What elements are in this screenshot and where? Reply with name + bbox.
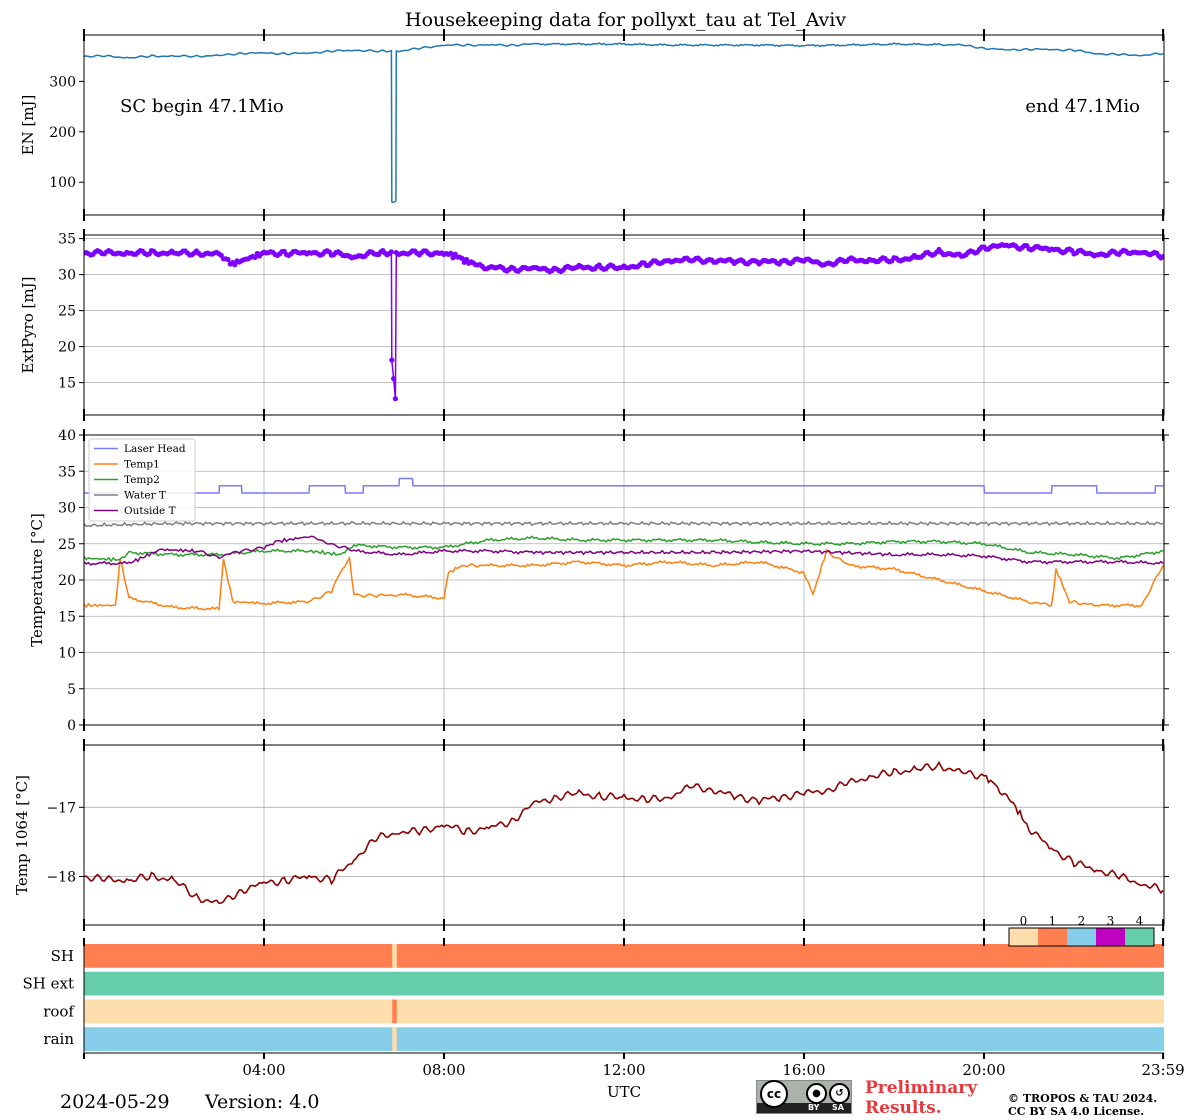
y-tick-label: 20 bbox=[58, 340, 76, 356]
x-tick-label: 23:59 bbox=[1141, 1061, 1184, 1079]
colorbar-label: 0 bbox=[1020, 914, 1028, 928]
series-line bbox=[84, 760, 1164, 905]
data-point bbox=[388, 249, 394, 255]
x-tick-label: 04:00 bbox=[242, 1061, 285, 1079]
data-point bbox=[392, 396, 398, 402]
footer-version: Version: 4.0 bbox=[205, 1091, 320, 1113]
preliminary-label: Preliminary Results. bbox=[865, 1078, 977, 1118]
y-tick-label: 25 bbox=[58, 304, 76, 320]
y-tick-label: 25 bbox=[58, 537, 76, 553]
x-tick-label: 20:00 bbox=[962, 1061, 1005, 1079]
legend-label-water-t: Water T bbox=[124, 490, 166, 502]
flag-row bbox=[84, 971, 1164, 996]
preliminary-line-2: Results. bbox=[865, 1098, 942, 1118]
x-tick-label: 08:00 bbox=[422, 1061, 465, 1079]
data-point bbox=[391, 376, 397, 382]
series-line-laser-head bbox=[84, 477, 1164, 494]
cc-icon: cc bbox=[760, 1080, 788, 1108]
sa-icon: ↺ bbox=[829, 1083, 850, 1104]
x-tick-label: 12:00 bbox=[602, 1061, 645, 1079]
series-line bbox=[84, 42, 1164, 204]
y-tick-label: 35 bbox=[58, 464, 76, 480]
flag-row bbox=[84, 999, 1164, 1024]
colorbar-cell bbox=[1096, 928, 1125, 946]
colorbar-cell bbox=[1125, 928, 1154, 946]
copyright-line-2: CC BY SA 4.0 License. bbox=[1008, 1105, 1145, 1118]
preliminary-line-1: Preliminary bbox=[865, 1078, 978, 1098]
flag-row bbox=[84, 944, 1164, 968]
y-tick-label: 5 bbox=[67, 682, 76, 698]
colorbar-cell bbox=[1067, 928, 1096, 946]
legend-label-temp2: Temp2 bbox=[124, 474, 160, 486]
y-tick-label: 10 bbox=[58, 646, 76, 662]
flag-row bbox=[84, 1027, 1164, 1051]
sa-label: SA bbox=[832, 1103, 844, 1112]
panel-frame bbox=[83, 34, 1165, 216]
y-tick-label: 40 bbox=[58, 428, 76, 444]
flag-panel bbox=[83, 938, 1165, 1059]
y-tick-label: −18 bbox=[46, 870, 76, 886]
y-tick-label: −17 bbox=[46, 800, 76, 816]
x-tick-label: 16:00 bbox=[782, 1061, 825, 1079]
annotation-begin: SC begin 47.1Mio bbox=[120, 96, 284, 117]
y-tick-label: 15 bbox=[58, 609, 76, 625]
panel-3 bbox=[79, 429, 1169, 731]
colorbar-label: 4 bbox=[1136, 914, 1144, 928]
by-label: BY bbox=[808, 1103, 820, 1112]
y-axis-label: ExtPyro [mJ] bbox=[19, 277, 37, 374]
legend-label-laser-head: Laser Head bbox=[124, 443, 186, 455]
data-point bbox=[1160, 254, 1164, 260]
data-point bbox=[448, 250, 454, 256]
flag-row-label: SH ext bbox=[23, 975, 75, 993]
flag-segment bbox=[392, 944, 397, 968]
y-tick-label: 20 bbox=[58, 573, 76, 589]
housekeeping-figure: 100200300EN [mJ]1520253035ExtPyro [mJ]05… bbox=[13, 29, 1185, 1101]
x-axis-label: UTC bbox=[607, 1083, 641, 1101]
panel-4 bbox=[79, 739, 1169, 931]
y-axis-label: Temperature [°C] bbox=[28, 513, 46, 647]
y-tick-label: 35 bbox=[58, 232, 76, 248]
panel-2 bbox=[79, 229, 1169, 421]
flag-row-label: rain bbox=[43, 1030, 74, 1048]
y-axis-label: Temp 1064 [°C] bbox=[13, 775, 31, 895]
y-tick-label: 300 bbox=[49, 74, 76, 90]
panel-1 bbox=[79, 29, 1169, 221]
copyright-notice: © TROPOS & TAU 2024. CC BY SA 4.0 Licens… bbox=[1008, 1092, 1157, 1118]
cc-license-badge: cc ● ↺ BY SA bbox=[756, 1080, 852, 1114]
colorbar-label: 3 bbox=[1107, 914, 1115, 928]
copyright-line-1: © TROPOS & TAU 2024. bbox=[1008, 1092, 1158, 1105]
colorbar-cell bbox=[1038, 928, 1067, 946]
figure-title: Housekeeping data for pollyxt_tau at Tel… bbox=[405, 9, 847, 31]
y-tick-label: 30 bbox=[58, 268, 76, 284]
data-point bbox=[389, 357, 395, 363]
data-point bbox=[225, 256, 231, 263]
flag-segment bbox=[392, 999, 397, 1024]
colorbar bbox=[1008, 927, 1155, 947]
legend-label-temp1: Temp1 bbox=[124, 459, 160, 471]
y-tick-label: 30 bbox=[58, 501, 76, 517]
y-tick-label: 15 bbox=[58, 376, 76, 392]
by-icon: ● bbox=[806, 1083, 827, 1104]
y-tick-label: 100 bbox=[49, 175, 76, 191]
colorbar-label: 2 bbox=[1078, 914, 1086, 928]
flag-segment bbox=[392, 1027, 397, 1051]
legend-label-outside-t: Outside T bbox=[124, 505, 176, 517]
y-axis-label: EN [mJ] bbox=[19, 95, 37, 156]
flag-row-label: roof bbox=[43, 1002, 75, 1020]
footer-date: 2024-05-29 bbox=[60, 1091, 170, 1113]
colorbar-label: 1 bbox=[1049, 914, 1057, 928]
flag-row-label: SH bbox=[51, 947, 74, 965]
colorbar-cell bbox=[1009, 928, 1038, 946]
y-tick-label: 200 bbox=[49, 125, 76, 141]
series-line-water-t bbox=[84, 520, 1164, 528]
y-tick-label: 0 bbox=[67, 718, 76, 734]
annotation-end: end 47.1Mio bbox=[1025, 96, 1140, 117]
